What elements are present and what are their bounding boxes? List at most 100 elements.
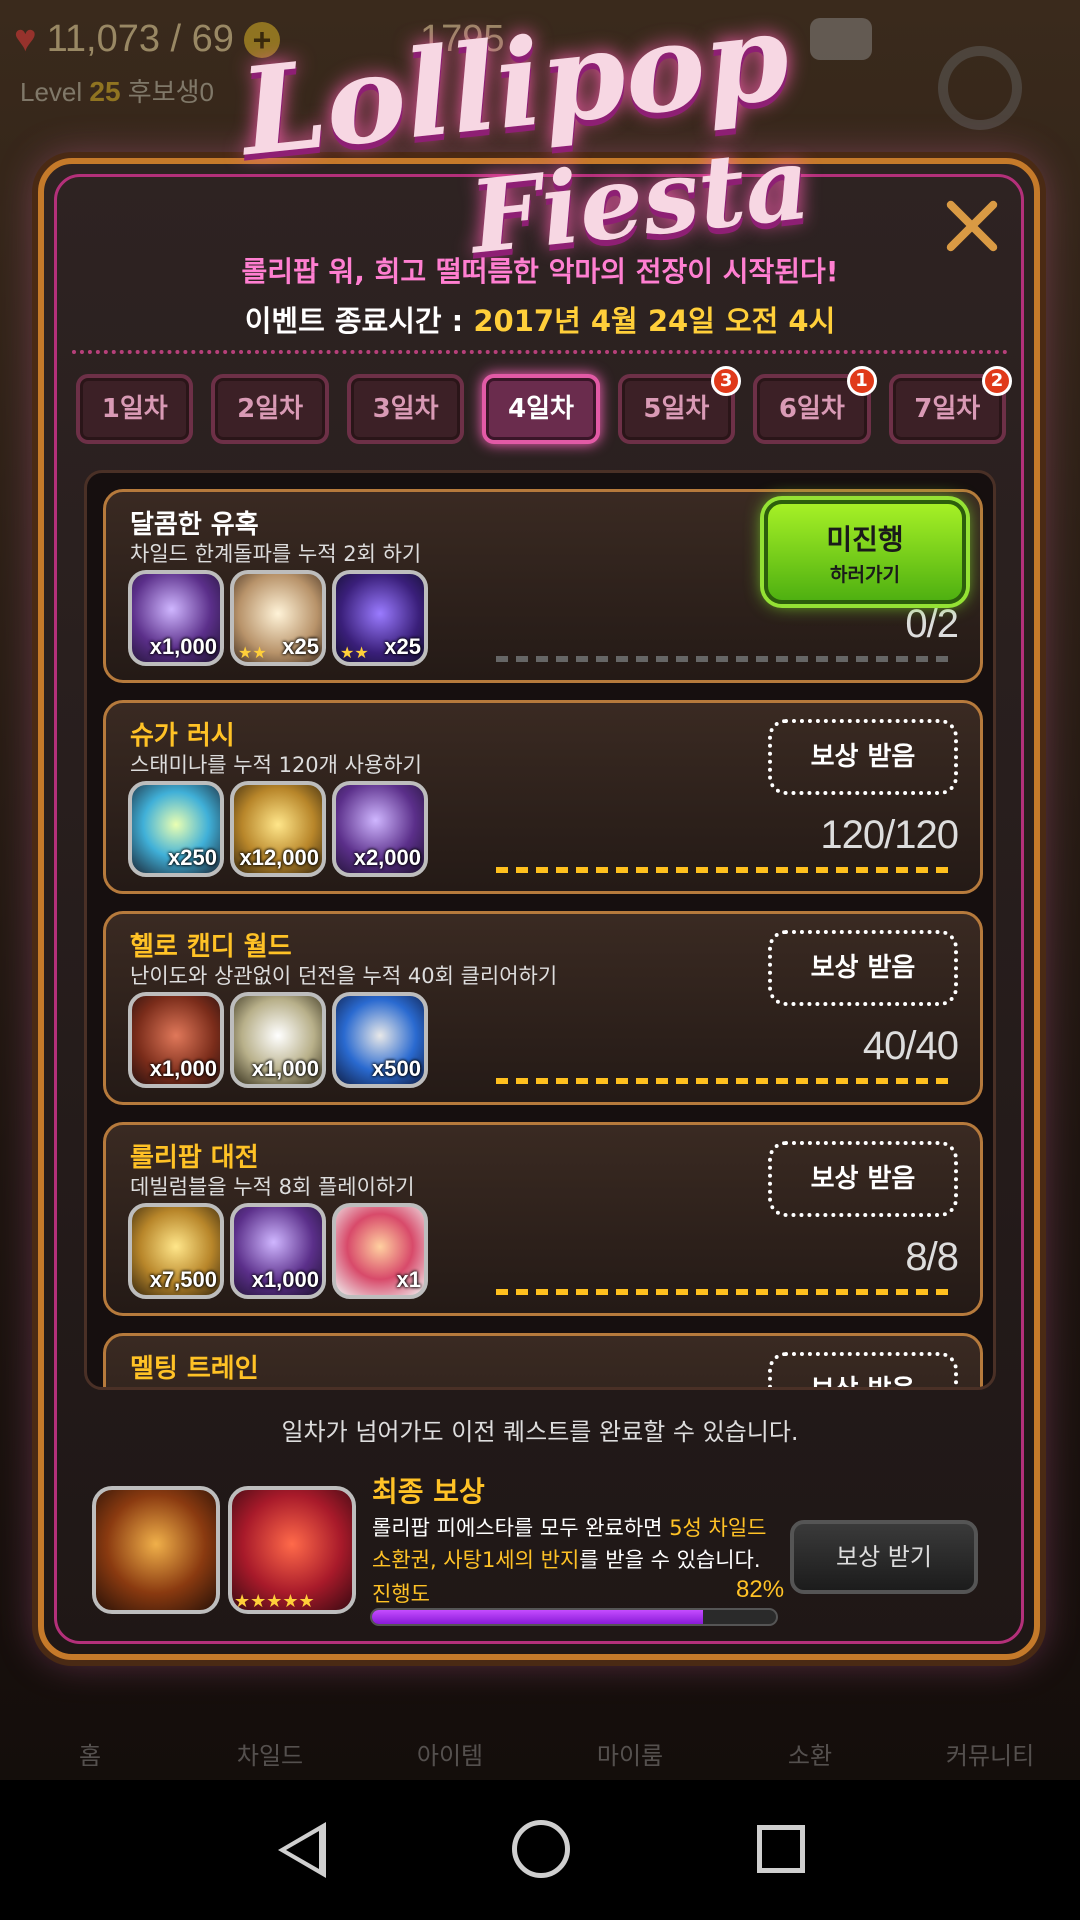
tab-label: 6일차 xyxy=(778,394,845,424)
gear-icon[interactable] xyxy=(938,46,1022,130)
quest-card: 슈가 러시 스태미나를 누적 120개 사용하기 x250 x12,000 x2,000… xyxy=(103,700,983,894)
quest-rewards: x7,500 x1,000 x1 xyxy=(128,1203,428,1299)
level-value: 25 xyxy=(89,76,121,107)
go-to-quest-button[interactable]: 미진행하러가기 xyxy=(764,500,966,604)
gem-icon[interactable]: x1,000 xyxy=(230,1203,326,1299)
quest-description: 난이도와 상관없이 던전을 누적 2회 클리어하기 xyxy=(130,1382,544,1387)
summon-ticket-icon xyxy=(92,1486,220,1614)
notification-badge: 3 xyxy=(711,366,742,396)
ring-stars: ★★★★★ xyxy=(234,1591,315,1612)
gem-icon[interactable]: x1,000 xyxy=(128,570,224,666)
quest-list[interactable]: 달콤한 유혹 차일드 한계돌파를 누적 2회 하기 x1,000 x25 ★★ x25 ★★… xyxy=(84,470,996,1390)
reward-amount: x500 xyxy=(372,1056,421,1081)
quest-progress-bar xyxy=(496,1078,956,1084)
quest-description: 난이도와 상관없이 던전을 누적 40회 클리어하기 xyxy=(130,964,558,988)
reward-amount: x12,000 xyxy=(239,845,319,870)
reward-amount: x25 xyxy=(282,634,319,659)
level-label: Level xyxy=(20,77,83,107)
tab-day-7[interactable]: 7일차 2 xyxy=(888,366,1012,444)
divider xyxy=(72,350,1008,354)
nav-item-community: 커뮤니티 xyxy=(945,1742,1035,1770)
reward-amount: x250 xyxy=(168,845,217,870)
quest-card: 헬로 캔디 월드 난이도와 상관없이 던전을 누적 40회 클리어하기 x1,000… xyxy=(103,911,983,1105)
quest-title: 롤리팝 대전 xyxy=(130,1143,259,1173)
reward-amount: x1,000 xyxy=(149,634,217,659)
final-progress-percent: 82% xyxy=(736,1576,785,1603)
tab-day-5[interactable]: 5일차 3 xyxy=(617,366,742,444)
final-reward-items: ★★★★★ xyxy=(92,1486,356,1614)
purple-crystal-icon[interactable]: x25 ★★ xyxy=(332,570,428,666)
blue-medal-icon[interactable]: x500 xyxy=(332,992,428,1088)
quest-progress-bar xyxy=(496,867,956,873)
quest-rewards: x1,000 x25 ★★ x25 ★★ xyxy=(128,570,428,666)
quest-description: 차일드 한계돌파를 누적 2회 하기 xyxy=(130,542,422,566)
notice-text: 일차가 넘어가도 이전 퀘스트를 완료할 수 있습니다. xyxy=(281,1418,799,1446)
button-status-label: 미진행 xyxy=(826,523,904,556)
background-bottom-nav: 홈 차일드 아이템 마이룸 소환 커뮤니티 xyxy=(0,1640,1080,1780)
event-subtitle: 롤리팝 워, 희고 떨떠름한 악마의 전장이 시작된다! xyxy=(241,255,839,288)
quest-description: 스태미나를 누적 120개 사용하기 xyxy=(130,753,422,777)
quest-title: 달콤한 유혹 xyxy=(130,510,259,540)
tab-day-1[interactable]: 1일차 xyxy=(76,374,194,444)
tab-label: 2일차 xyxy=(237,394,304,424)
gem-icon[interactable]: x2,000 xyxy=(332,781,428,877)
quest-progress-text: 40/40 xyxy=(862,1024,959,1068)
ring-icon: ★★★★★ xyxy=(228,1486,356,1614)
tab-day-6[interactable]: 6일차 1 xyxy=(753,366,877,444)
reward-claimed-button: 보상 받음 xyxy=(768,1141,958,1217)
silver-coin-icon[interactable]: x1,000 xyxy=(230,992,326,1088)
reward-stars: ★★ xyxy=(238,643,267,662)
recent-apps-icon[interactable] xyxy=(757,1825,805,1873)
rainbow-gem-icon[interactable]: x250 xyxy=(128,781,224,877)
final-reward-title: 최종 보상 xyxy=(372,1475,485,1508)
screen: ♥ 11,073 / 69 + 1795 Level 25 후보생0 홈 차일드… xyxy=(0,0,1080,1920)
gold-coins-icon[interactable]: x7,500 xyxy=(128,1203,224,1299)
quest-rewards: x250 x12,000 x2,000 xyxy=(128,781,428,877)
nav-item-item: 아이템 xyxy=(416,1742,484,1770)
button-action-label: 하러가기 xyxy=(830,564,900,586)
endtime-label: 이벤트 종료시간 : xyxy=(244,304,474,338)
event-logo: Lollipop Fiesta xyxy=(200,0,880,276)
nav-item-home: 홈 xyxy=(78,1742,102,1770)
quest-rewards: x1,000 x1,000 x500 xyxy=(128,992,428,1088)
tab-label: 5일차 xyxy=(643,394,710,424)
reward-claimed-button: 보상 받음 xyxy=(768,930,958,1006)
tab-day-4[interactable]: 4일차 xyxy=(482,374,600,444)
nav-item-summon: 소환 xyxy=(787,1742,833,1770)
reward-amount: x7,500 xyxy=(149,1267,217,1292)
reward-claimed-button: 보상 받음 xyxy=(768,1352,958,1387)
tab-day-2[interactable]: 2일차 xyxy=(211,374,329,444)
close-icon[interactable] xyxy=(942,196,1002,256)
reward-amount: x1,000 xyxy=(149,1056,217,1081)
tab-label: 7일차 xyxy=(914,394,981,424)
tab-label: 4일차 xyxy=(508,394,574,424)
gold-coins-icon[interactable]: x12,000 xyxy=(230,781,326,877)
final-reward-desc: 롤리팝 피에스타를 모두 완료하면 5성 차일드 소환권, 사탕1세의 반지를 … xyxy=(372,1512,792,1576)
orb-icon[interactable]: x1 xyxy=(332,1203,428,1299)
final-desc-part1: 롤리팝 피에스타를 모두 완료하면 xyxy=(372,1516,670,1540)
final-progress-label: 진행도 xyxy=(372,1582,430,1606)
reward-amount: x2,000 xyxy=(353,845,421,870)
home-icon[interactable] xyxy=(512,1820,570,1878)
tab-day-3[interactable]: 3일차 xyxy=(346,374,465,444)
final-progress-fill xyxy=(372,1610,704,1624)
reward-amount: x1,000 xyxy=(251,1267,319,1292)
claim-final-reward-button[interactable]: 보상 받기 xyxy=(790,1520,978,1594)
copper-coin-icon[interactable]: x1,000 xyxy=(128,992,224,1088)
back-icon[interactable] xyxy=(278,1822,326,1878)
quest-progress-bar xyxy=(496,1289,956,1295)
final-desc-part2: 를 받을 수 있습니다. xyxy=(579,1548,761,1572)
quest-progress-fill xyxy=(496,1289,956,1295)
day-tabs: 1일차 2일차 3일차 4일차 5일차 3 6일차 1 7일차 2 xyxy=(76,366,1012,444)
nav-item-child: 차일드 xyxy=(236,1742,304,1770)
quest-progress-bar xyxy=(496,656,956,662)
quest-title: 슈가 러시 xyxy=(130,721,235,751)
heart-icon: ♥ xyxy=(14,18,37,60)
quest-title: 멜팅 트레인 xyxy=(130,1354,259,1384)
reward-amount: x1,000 xyxy=(251,1056,319,1081)
quest-card: 롤리팝 대전 데빌럼블을 누적 8회 플레이하기 x7,500 x1,000 x1 8/8… xyxy=(103,1122,983,1316)
crystal-icon[interactable]: x25 ★★ xyxy=(230,570,326,666)
notification-badge: 2 xyxy=(981,366,1012,396)
quest-progress-fill xyxy=(496,867,956,873)
quest-card: 멜팅 트레인난이도와 상관없이 던전을 누적 2회 클리어하기 보상 받음 xyxy=(103,1333,983,1387)
